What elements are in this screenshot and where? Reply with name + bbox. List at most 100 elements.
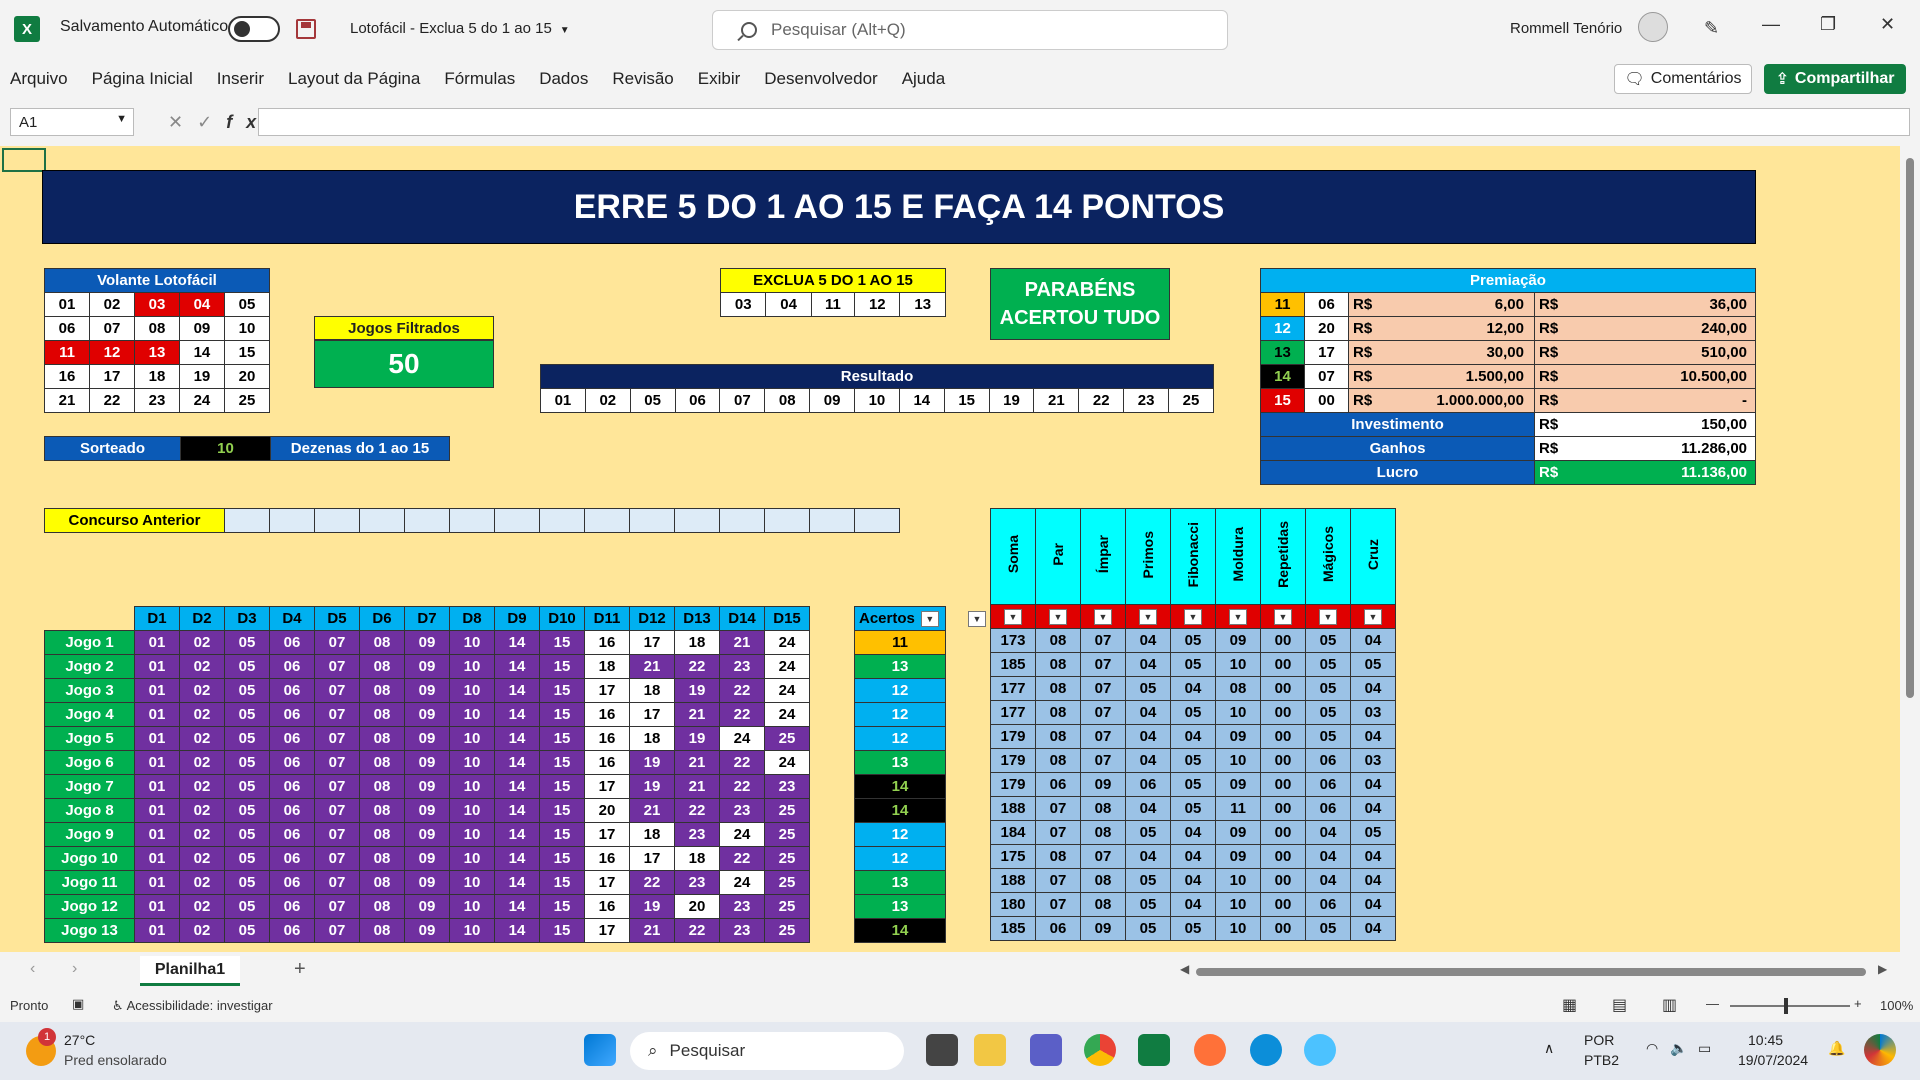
check-icon[interactable]: ✓	[197, 112, 226, 132]
concurso-cell[interactable]	[854, 508, 900, 533]
filter-icon[interactable]: ▼	[1229, 609, 1247, 626]
filter-dropdown[interactable]: ▼	[968, 610, 986, 628]
bell-icon[interactable]: 🔔	[1828, 1040, 1845, 1057]
concurso-cell[interactable]	[449, 508, 495, 533]
clock-date[interactable]: 19/07/2024	[1738, 1052, 1808, 1068]
concurso-cell[interactable]	[719, 508, 765, 533]
page-break-icon[interactable]: ▥	[1662, 995, 1677, 1015]
search-input[interactable]: Pesquisar (Alt+Q)	[712, 10, 1228, 50]
save-icon[interactable]	[296, 19, 316, 39]
filter-icon[interactable]: ▼	[1364, 609, 1382, 626]
minimize-icon[interactable]: —	[1762, 14, 1780, 35]
chevron-up-icon[interactable]: ∧	[1544, 1040, 1554, 1057]
concurso-cell[interactable]	[764, 508, 810, 533]
taskbar-search[interactable]: ⌕ Pesquisar	[630, 1032, 904, 1070]
stat-filter-cell[interactable]: ▼	[1170, 604, 1216, 629]
firefox-icon[interactable]	[1194, 1034, 1226, 1066]
prev-sheet-icon[interactable]: ‹	[30, 960, 35, 978]
formula-input[interactable]	[258, 108, 1910, 136]
next-sheet-icon[interactable]: ›	[72, 960, 77, 978]
menu-desenvolvedor[interactable]: Desenvolvedor	[764, 69, 877, 89]
filter-icon[interactable]: ▼	[1004, 609, 1022, 626]
menu-inserir[interactable]: Inserir	[217, 69, 264, 89]
stat-filter-cell[interactable]: ▼	[1125, 604, 1171, 629]
sheet-tab-planilha1[interactable]: Planilha1	[140, 956, 240, 986]
filter-icon[interactable]: ▼	[920, 611, 939, 628]
excel-taskbar-icon[interactable]	[1138, 1034, 1170, 1066]
stat-filter-cell[interactable]: ▼	[1350, 604, 1396, 629]
comments-button[interactable]: 🗨 Comentários	[1614, 64, 1752, 94]
close-icon[interactable]: ✕	[1880, 14, 1895, 35]
task-view-icon[interactable]	[926, 1034, 958, 1066]
filter-icon[interactable]: ▼	[1139, 609, 1157, 626]
filter-icon[interactable]: ▼	[1274, 609, 1292, 626]
spreadsheet-grid[interactable]: ERRE 5 DO 1 AO 15 E FAÇA 14 PONTOS Volan…	[0, 146, 1900, 952]
horizontal-scrollbar[interactable]	[1196, 968, 1866, 976]
filter-icon[interactable]: ▼	[1049, 609, 1067, 626]
concurso-cell[interactable]	[404, 508, 450, 533]
stat-filter-cell[interactable]: ▼	[1080, 604, 1126, 629]
zoom-in-icon[interactable]: +	[1854, 996, 1862, 1011]
filter-icon[interactable]: ▼	[1184, 609, 1202, 626]
concurso-cell[interactable]	[809, 508, 855, 533]
copilot-icon[interactable]	[1864, 1034, 1896, 1066]
menu-página-inicial[interactable]: Página Inicial	[92, 69, 193, 89]
zoom-slider-thumb[interactable]	[1784, 998, 1788, 1014]
concurso-cell[interactable]	[494, 508, 540, 533]
chrome-icon[interactable]	[1084, 1034, 1116, 1066]
file-explorer-icon[interactable]	[974, 1034, 1006, 1066]
edge-icon[interactable]	[1250, 1034, 1282, 1066]
scroll-thumb[interactable]	[1906, 158, 1914, 698]
zoom-level[interactable]: 100%	[1880, 998, 1913, 1013]
windows-start-icon[interactable]	[584, 1034, 616, 1066]
selected-cell[interactable]	[2, 148, 46, 172]
scroll-left-icon[interactable]: ◀	[1180, 962, 1189, 976]
concurso-cell[interactable]	[584, 508, 630, 533]
vertical-scrollbar[interactable]	[1900, 146, 1920, 952]
add-sheet-icon[interactable]: +	[294, 958, 306, 981]
filter-icon[interactable]: ▼	[1094, 609, 1112, 626]
teams-icon[interactable]	[1030, 1034, 1062, 1066]
user-name[interactable]: Rommell Tenório	[1510, 20, 1622, 37]
pen-icon[interactable]: ✎	[1704, 18, 1724, 38]
menu-arquivo[interactable]: Arquivo	[10, 69, 68, 89]
concurso-cell[interactable]	[314, 508, 360, 533]
app-icon[interactable]	[1304, 1034, 1336, 1066]
stat-filter-cell[interactable]: ▼	[1215, 604, 1261, 629]
page-layout-icon[interactable]: ▤	[1612, 995, 1627, 1015]
concurso-cell[interactable]	[269, 508, 315, 533]
name-box[interactable]: A1 ▼	[10, 108, 134, 136]
scroll-right-icon[interactable]: ▶	[1878, 962, 1887, 976]
zoom-slider[interactable]	[1730, 1005, 1850, 1007]
menu-layout-da-página[interactable]: Layout da Página	[288, 69, 420, 89]
document-title[interactable]: Lotofácil - Exclua 5 do 1 ao 15 ▼	[350, 20, 570, 37]
concurso-cell[interactable]	[674, 508, 720, 533]
clock-time[interactable]: 10:45	[1748, 1032, 1783, 1048]
concurso-cell[interactable]	[629, 508, 675, 533]
normal-view-icon[interactable]: ▦	[1562, 995, 1577, 1015]
restore-icon[interactable]: ❐	[1820, 14, 1836, 35]
concurso-cell[interactable]	[359, 508, 405, 533]
macro-icon[interactable]: ▣	[72, 996, 84, 1012]
menu-fórmulas[interactable]: Fórmulas	[444, 69, 515, 89]
stat-filter-cell[interactable]: ▼	[1260, 604, 1306, 629]
keyboard-layout[interactable]: PTB2	[1584, 1052, 1619, 1068]
battery-icon[interactable]: ▭	[1698, 1040, 1711, 1057]
concurso-cell[interactable]	[539, 508, 585, 533]
menu-ajuda[interactable]: Ajuda	[902, 69, 945, 89]
stat-filter-cell[interactable]: ▼	[1305, 604, 1351, 629]
volume-icon[interactable]: 🔈	[1670, 1040, 1687, 1057]
zoom-out-icon[interactable]: —	[1706, 996, 1719, 1011]
language-indicator[interactable]: POR	[1584, 1032, 1614, 1048]
wifi-icon[interactable]: ◠	[1646, 1040, 1658, 1057]
menu-exibir[interactable]: Exibir	[698, 69, 741, 89]
stat-filter-cell[interactable]: ▼	[990, 604, 1036, 629]
autosave-toggle[interactable]	[228, 16, 280, 42]
cancel-icon[interactable]: ✕	[168, 112, 197, 132]
concurso-cell[interactable]	[224, 508, 270, 533]
filter-icon[interactable]: ▼	[968, 610, 986, 627]
avatar[interactable]	[1638, 12, 1668, 42]
filter-icon[interactable]: ▼	[1319, 609, 1337, 626]
share-button[interactable]: ⇪ Compartilhar	[1764, 64, 1906, 94]
menu-dados[interactable]: Dados	[539, 69, 588, 89]
